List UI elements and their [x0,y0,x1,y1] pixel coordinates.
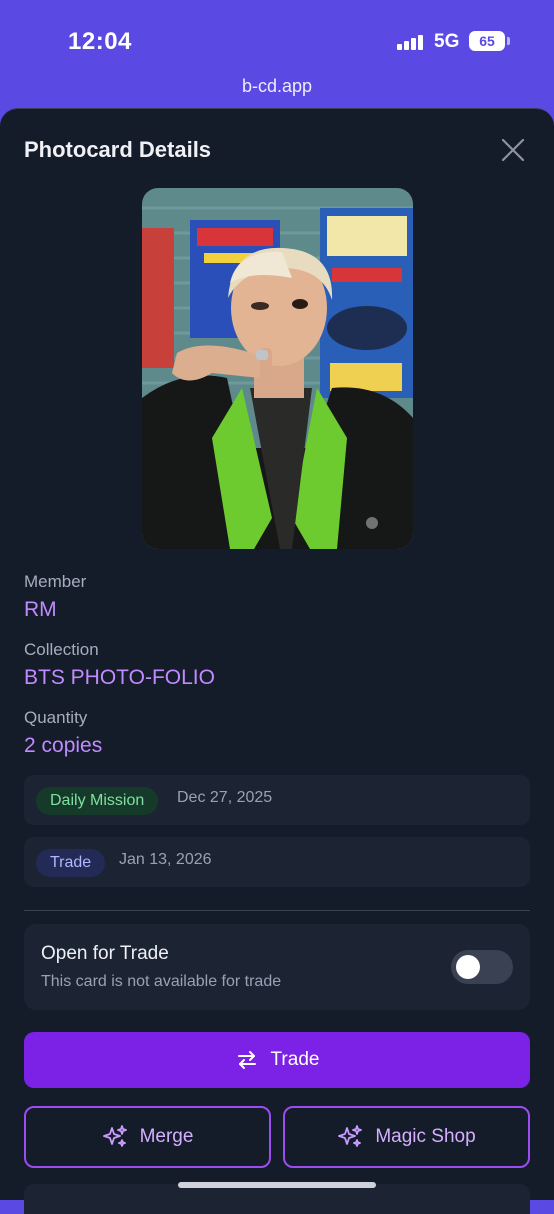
member-label: Member [24,572,87,591]
merge-button[interactable]: Merge [24,1106,271,1168]
collection-label: Collection [24,640,99,659]
photocard-details-modal: Photocard Details Member RM Collection B… [0,108,554,1214]
history-date: Jan 13, 2026 [119,851,212,868]
signal-icon [397,34,425,50]
next-section-card [24,1184,530,1214]
collection-value: BTS PHOTO-FOLIO [24,666,215,689]
trade-button-label: Trade [270,1049,320,1070]
history-item-daily-mission: Daily Mission Dec 27, 2025 [24,775,530,825]
sparkles-icon [338,1125,363,1147]
history-date: Dec 27, 2025 [177,789,273,806]
open-for-trade-setting: Open for Trade This card is not availabl… [24,924,530,1010]
quantity-value: 2 copies [24,734,103,757]
status-time: 12:04 [68,28,132,55]
member-value: RM [24,598,57,621]
battery-level: 65 [479,33,495,49]
divider [24,910,530,911]
battery-icon: 65 [469,31,510,51]
home-indicator[interactable] [178,1182,376,1188]
network-type: 5G [434,31,460,52]
source-badge: Trade [36,849,106,877]
merge-button-label: Merge [139,1126,194,1147]
source-badge: Daily Mission [36,787,159,815]
toggle-knob [456,955,480,979]
quantity-label: Quantity [24,708,88,727]
modal-title: Photocard Details [24,137,212,162]
open-for-trade-toggle[interactable] [451,950,513,984]
swap-arrows-icon [237,1051,256,1069]
photocard-image [142,188,413,549]
setting-subtitle: This card is not available for trade [41,973,282,990]
setting-title: Open for Trade [41,943,169,964]
history-item-trade: Trade Jan 13, 2026 [24,837,530,887]
url-bar[interactable]: b-cd.app [0,76,554,97]
close-icon[interactable] [500,137,526,163]
magic-shop-button[interactable]: Magic Shop [283,1106,530,1168]
sparkles-icon [102,1125,127,1147]
magic-shop-button-label: Magic Shop [375,1126,476,1147]
status-bar: 12:04 5G 65 b-cd.app [0,0,554,108]
trade-button[interactable]: Trade [24,1032,530,1088]
